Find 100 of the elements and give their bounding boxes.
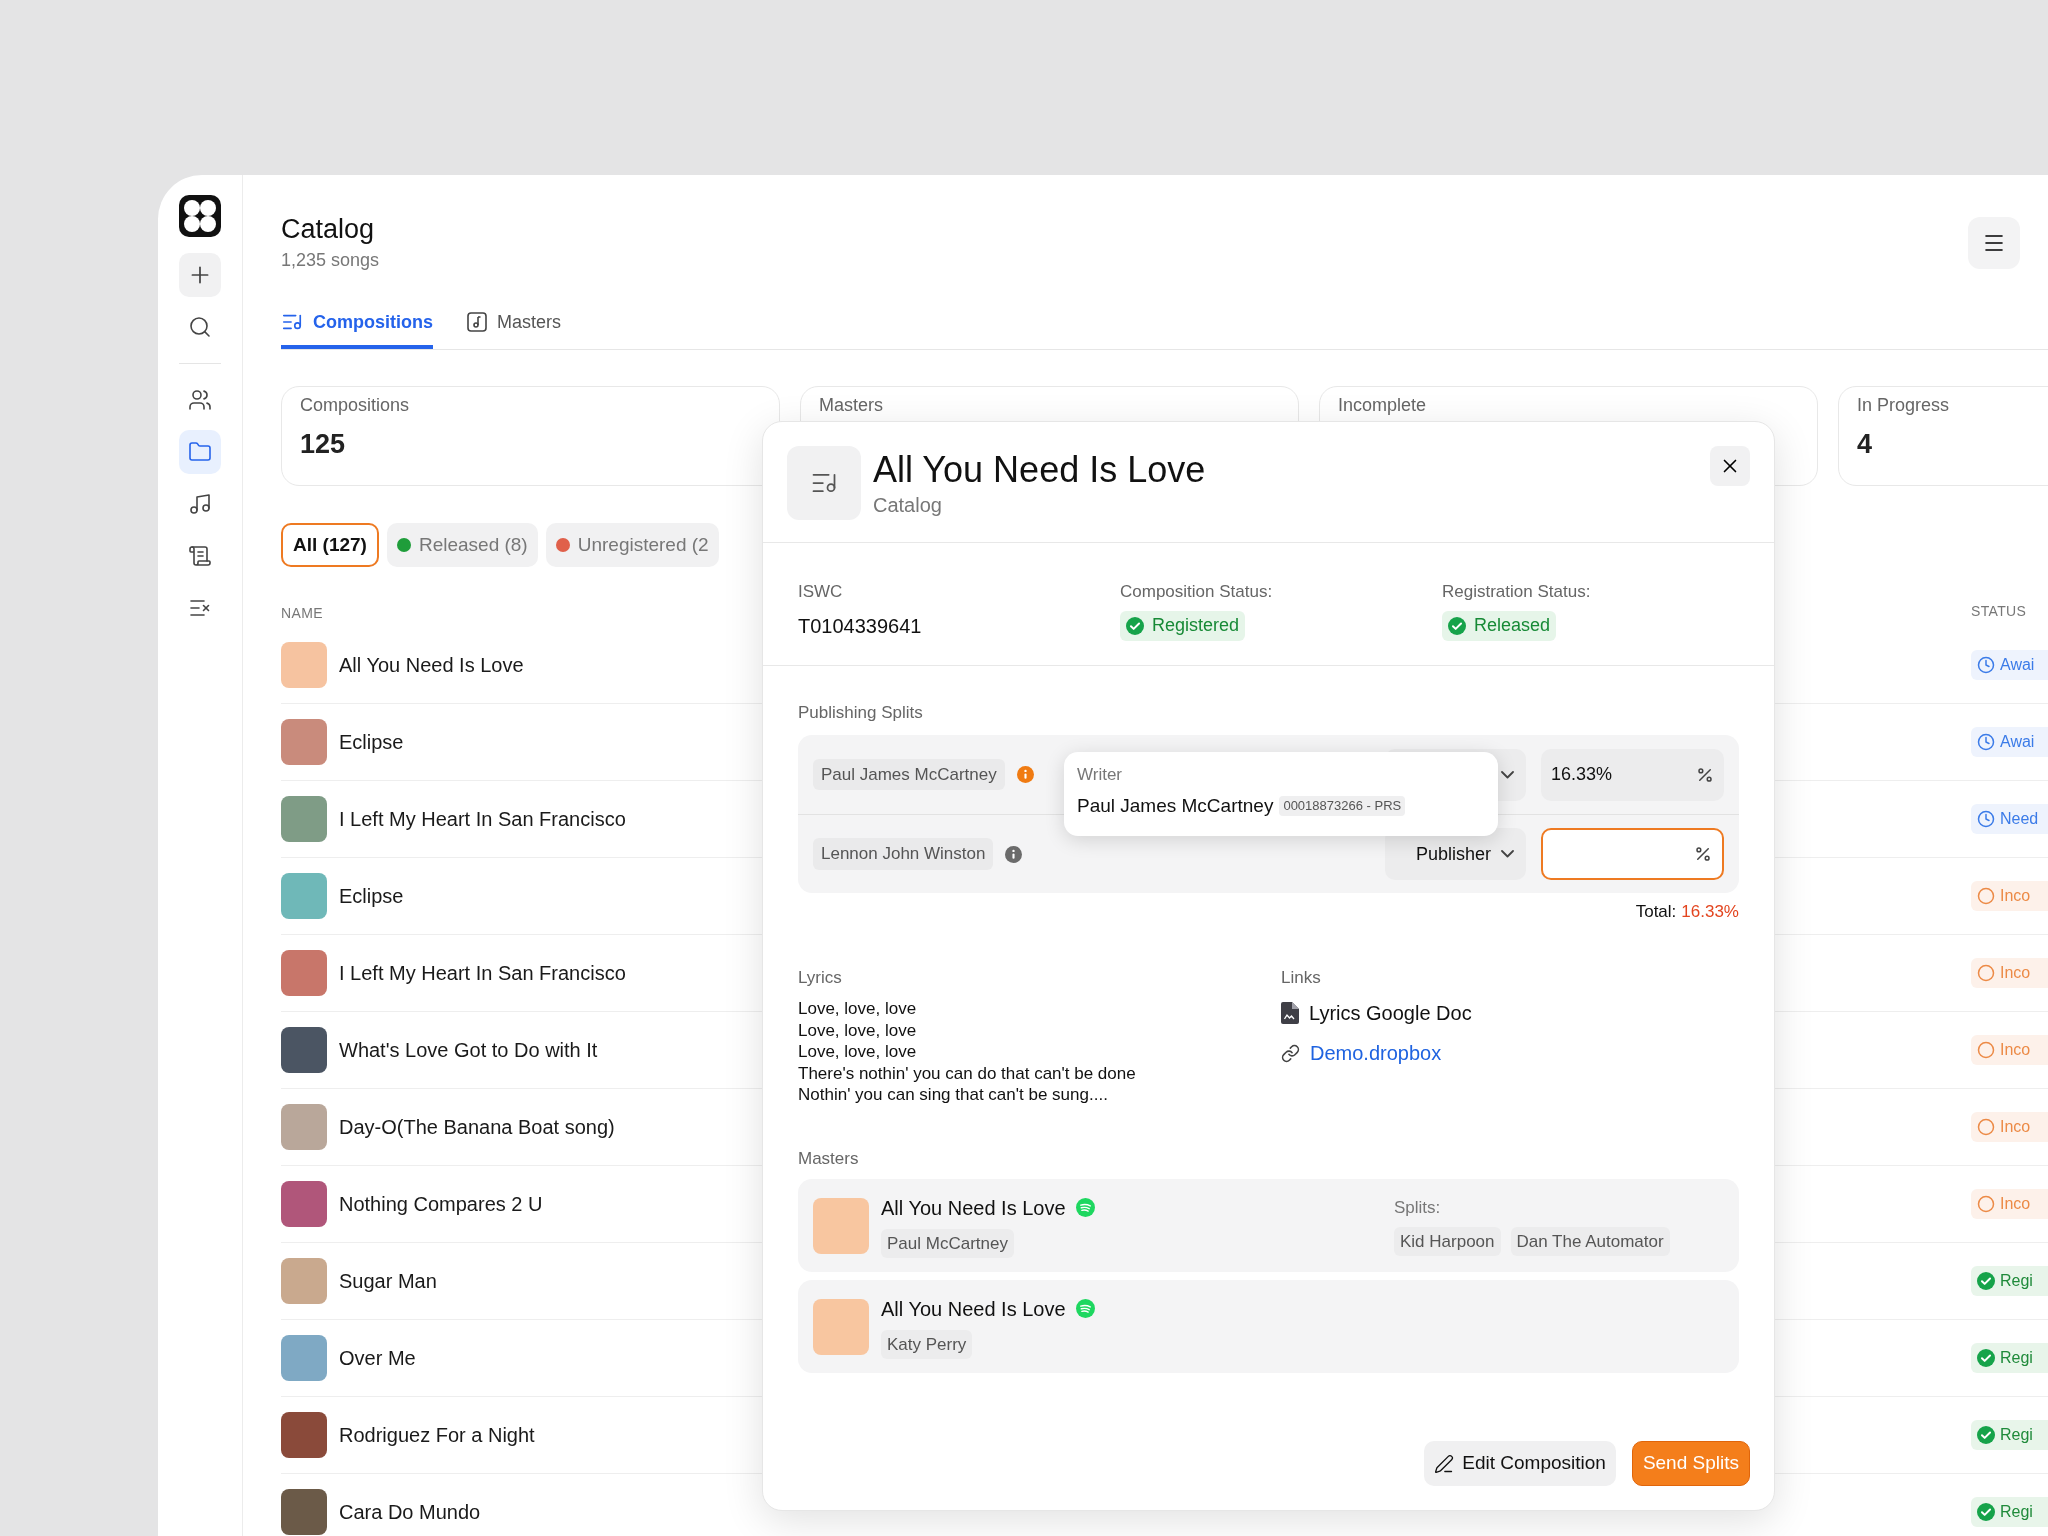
song-name[interactable]: Eclipse: [339, 881, 404, 911]
photo-placeholder: [281, 1335, 327, 1381]
song-name[interactable]: Rodriguez For a Night: [339, 1420, 535, 1450]
percent-icon: [1694, 845, 1712, 863]
circle-icon: [1977, 887, 1995, 905]
song-name[interactable]: Over Me: [339, 1343, 416, 1373]
master-title: All You Need Is Love: [881, 1195, 1066, 1221]
check-circle-icon: [1977, 1503, 1995, 1521]
share-input[interactable]: [1541, 828, 1724, 880]
field-label: Composition Status:: [1120, 581, 1274, 603]
total-value: 16.33%: [1681, 901, 1739, 923]
chevron-down-icon: [1501, 770, 1514, 779]
total-label: Total:: [1635, 901, 1677, 923]
section-title: Masters: [798, 1147, 860, 1170]
status-badge: Regi: [1971, 1266, 2048, 1296]
document-icon: [1281, 1002, 1299, 1024]
column-header: STATUS: [1971, 602, 2027, 621]
logo-icon: [179, 195, 221, 237]
status-badge: Inco: [1971, 1112, 2048, 1142]
song-name[interactable]: Nothing Compares 2 U: [339, 1189, 543, 1219]
search-icon: [188, 315, 212, 339]
status-badge: Inco: [1971, 881, 2048, 911]
photo-placeholder: [281, 1181, 327, 1227]
spotify-icon: [1075, 1198, 1095, 1218]
field-value: T0104339641: [798, 613, 923, 639]
section-title: Links: [1281, 966, 1322, 989]
folder-icon: [188, 440, 212, 464]
check-circle-icon: [1977, 1349, 1995, 1367]
master-card[interactable]: All You Need Is Love Paul McCartney Splits: Kid Harpoon Dan The Automator: [798, 1179, 1739, 1272]
status-badge: Regi: [1971, 1343, 2048, 1373]
photo-placeholder: [281, 1027, 327, 1073]
song-name[interactable]: Cara Do Mundo: [339, 1497, 481, 1527]
song-name[interactable]: What's Love Got to Do with It: [339, 1035, 598, 1065]
page-title: Catalog: [281, 213, 376, 246]
master-card[interactable]: All You Need Is Love Katy Perry: [798, 1280, 1739, 1373]
song-name[interactable]: Sugar Man: [339, 1266, 437, 1296]
menu-button[interactable]: [1968, 217, 2020, 269]
circle-icon: [1977, 1195, 1995, 1213]
sidebar-button[interactable]: [179, 253, 221, 297]
page-subtitle: 1,235 songs: [281, 249, 380, 272]
spotify-icon: [1075, 1299, 1095, 1319]
stat-label: In Progress: [1857, 394, 1951, 416]
circle-icon: [1977, 1041, 1995, 1059]
tab[interactable]: Compositions: [281, 299, 433, 349]
person-chip: Paul James McCartney: [813, 758, 1005, 791]
lyrics-text: Love, love, love Love, love, love Love, love, love There's nothin' you can do that can't be done Nothin' you can sing that can't be sung....: [798, 998, 1137, 1106]
splits-label: Splits:: [1394, 1197, 1442, 1219]
close-button[interactable]: [1710, 446, 1750, 486]
section-title: Publishing Splits: [798, 702, 923, 722]
stat-label: Incomplete: [1338, 394, 1428, 416]
artist-chip: Katy Perry: [881, 1329, 973, 1360]
filter-chip[interactable]: All (127): [281, 523, 379, 567]
person-chip: Kid Harpoon: [1394, 1226, 1501, 1256]
stat-label: Compositions: [300, 394, 411, 416]
check-circle-icon: [1126, 616, 1144, 635]
stat-value: 4: [1857, 428, 1874, 460]
stat-value: 125: [300, 428, 347, 460]
link-icon: [1281, 1043, 1300, 1063]
photo-placeholder: [281, 1258, 327, 1304]
song-name[interactable]: All You Need Is Love: [339, 650, 524, 680]
document-link[interactable]: Lyrics Google Doc: [1281, 998, 1739, 1028]
status-badge: Regi: [1971, 1497, 2048, 1527]
song-name[interactable]: I Left My Heart In San Francisco: [339, 958, 626, 988]
tooltip-name: Paul James McCartney: [1077, 793, 1274, 818]
dialog-title: All You Need Is Love: [873, 448, 1206, 492]
photo-placeholder: [281, 719, 327, 765]
status-badge: Need: [1971, 804, 2048, 834]
status-badge: Awai: [1971, 650, 2048, 680]
status-badge: Registered: [1120, 610, 1246, 641]
tab[interactable]: Masters: [467, 299, 561, 349]
link[interactable]: Demo.dropbox: [1281, 1038, 1739, 1068]
artist-chip: Paul McCartney: [881, 1228, 1014, 1259]
percent-icon: [1696, 765, 1714, 784]
photo-placeholder: [813, 1298, 869, 1355]
status-badge: Inco: [1971, 958, 2048, 988]
clock-icon: [1977, 733, 1995, 751]
master-title: All You Need Is Love: [881, 1296, 1066, 1322]
share-input[interactable]: 16.33%: [1541, 748, 1724, 801]
song-name[interactable]: I Left My Heart In San Francisco: [339, 804, 626, 834]
receipt-icon: [188, 544, 212, 568]
filter-chip[interactable]: Unregistered (2: [545, 523, 719, 567]
check-circle-icon: [1977, 1426, 1995, 1444]
person-chip: Dan The Automator: [1510, 1226, 1670, 1256]
circle-icon: [1977, 1118, 1995, 1136]
song-name[interactable]: Eclipse: [339, 727, 404, 757]
edit-button[interactable]: Edit Composition: [1424, 1441, 1616, 1486]
status-badge: Inco: [1971, 1189, 2048, 1219]
field-label: ISWC: [798, 581, 844, 603]
dialog-subtitle: Catalog: [873, 493, 943, 518]
sidebar-button[interactable]: [179, 430, 221, 474]
filter-chip[interactable]: Released (8): [386, 523, 538, 567]
status-badge: Awai: [1971, 727, 2048, 757]
photo-placeholder: [281, 950, 327, 996]
photo-placeholder: [281, 873, 327, 919]
song-name[interactable]: Day-O(The Banana Boat song): [339, 1112, 615, 1142]
music-square-icon: [467, 312, 487, 332]
status-badge: Released: [1442, 610, 1557, 641]
status-badge: Inco: [1971, 1035, 2048, 1065]
code-chip: 00018873266 - PRS: [1279, 796, 1406, 816]
tooltip-label: Writer: [1077, 763, 1123, 786]
